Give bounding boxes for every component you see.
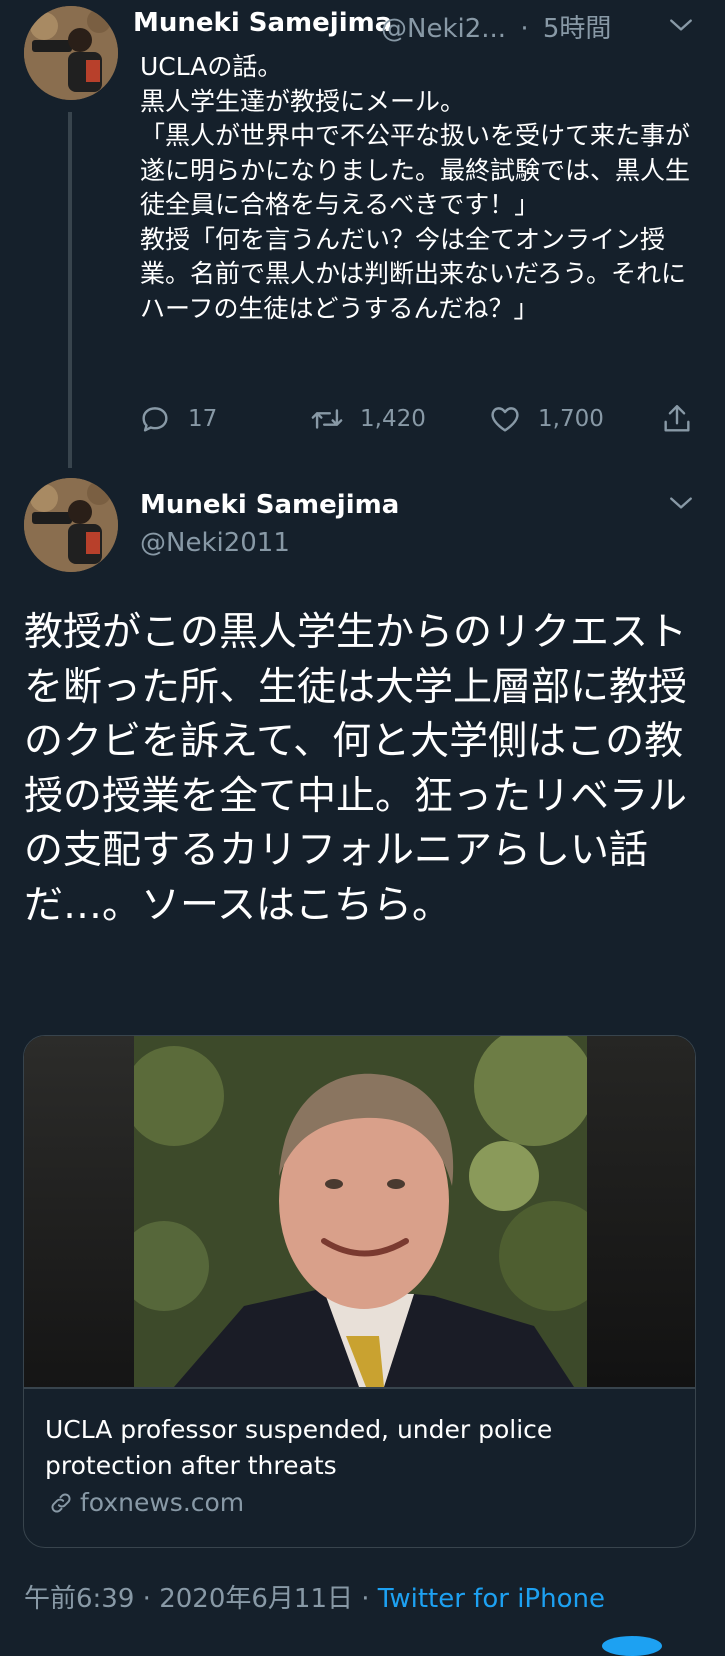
share-button[interactable] (660, 402, 710, 436)
card-domain: foxnews.com (48, 1488, 244, 1517)
link-preview-card[interactable]: UCLA professor suspended, under police p… (23, 1035, 696, 1548)
like-count: 1,700 (538, 406, 604, 432)
chevron-down-icon[interactable] (668, 490, 694, 516)
card-image-blur-left (24, 1036, 134, 1387)
card-divider (24, 1387, 695, 1389)
tweet2-author-name[interactable]: Muneki Samejima (140, 490, 399, 520)
tweet1-timestamp[interactable]: 5時間 (543, 14, 612, 44)
reply-button[interactable]: 17 (138, 402, 217, 436)
tweet1-separator: · (520, 14, 529, 44)
card-image-blur-right (587, 1036, 695, 1387)
heart-icon (491, 407, 519, 432)
card-photo (134, 1036, 587, 1387)
tweet2-metadata: 午前6:39 · 2020年6月11日 · Twitter for iPhone (24, 1578, 605, 1615)
tweet1-text: UCLAの話。 黒人学生達が教授にメール。 「黒人が世界中で不公平な扱いを受けて… (140, 52, 691, 323)
reply-icon (142, 407, 168, 432)
retweet-icon (311, 409, 343, 429)
chevron-down-icon[interactable] (668, 12, 694, 38)
tweet1-action-bar: 17 1,420 1,700 (140, 402, 700, 442)
compose-button-edge[interactable] (602, 1636, 662, 1656)
avatar-photo (24, 478, 118, 572)
like-button[interactable]: 1,700 (488, 402, 604, 436)
tweet2-date: 2020年6月11日 (159, 1584, 353, 1614)
meta-separator: · (352, 1584, 378, 1614)
retweet-count: 1,420 (360, 406, 426, 432)
share-icon (664, 405, 690, 432)
link-icon (51, 1493, 71, 1512)
retweet-button[interactable]: 1,420 (310, 402, 426, 436)
card-title[interactable]: UCLA professor suspended, under police p… (45, 1412, 665, 1484)
avatar[interactable] (24, 6, 118, 100)
reply-count: 17 (188, 406, 218, 432)
tweet2-text: 教授がこの黒人学生からのリクエストを断った所、生徒は大学上層部に教授のクビを訴え… (24, 610, 688, 928)
tweet2-author-handle[interactable]: @Neki2011 (140, 528, 290, 558)
tweet1-author-name[interactable]: Muneki Samejima (133, 8, 392, 38)
tweet1-handle-text[interactable]: @Neki2... (381, 14, 506, 44)
avatar-photo (24, 6, 118, 100)
card-image (24, 1036, 695, 1387)
tweet2-source-link[interactable]: Twitter for iPhone (378, 1584, 605, 1614)
tweet2-time: 午前6:39 (24, 1584, 135, 1614)
tweet1-author-handle[interactable]: @Neki2... · 5時間 (381, 8, 611, 45)
avatar[interactable] (24, 478, 118, 572)
card-domain-text: foxnews.com (80, 1488, 245, 1517)
meta-separator: · (134, 1584, 160, 1614)
thread-connector-line (68, 112, 72, 468)
